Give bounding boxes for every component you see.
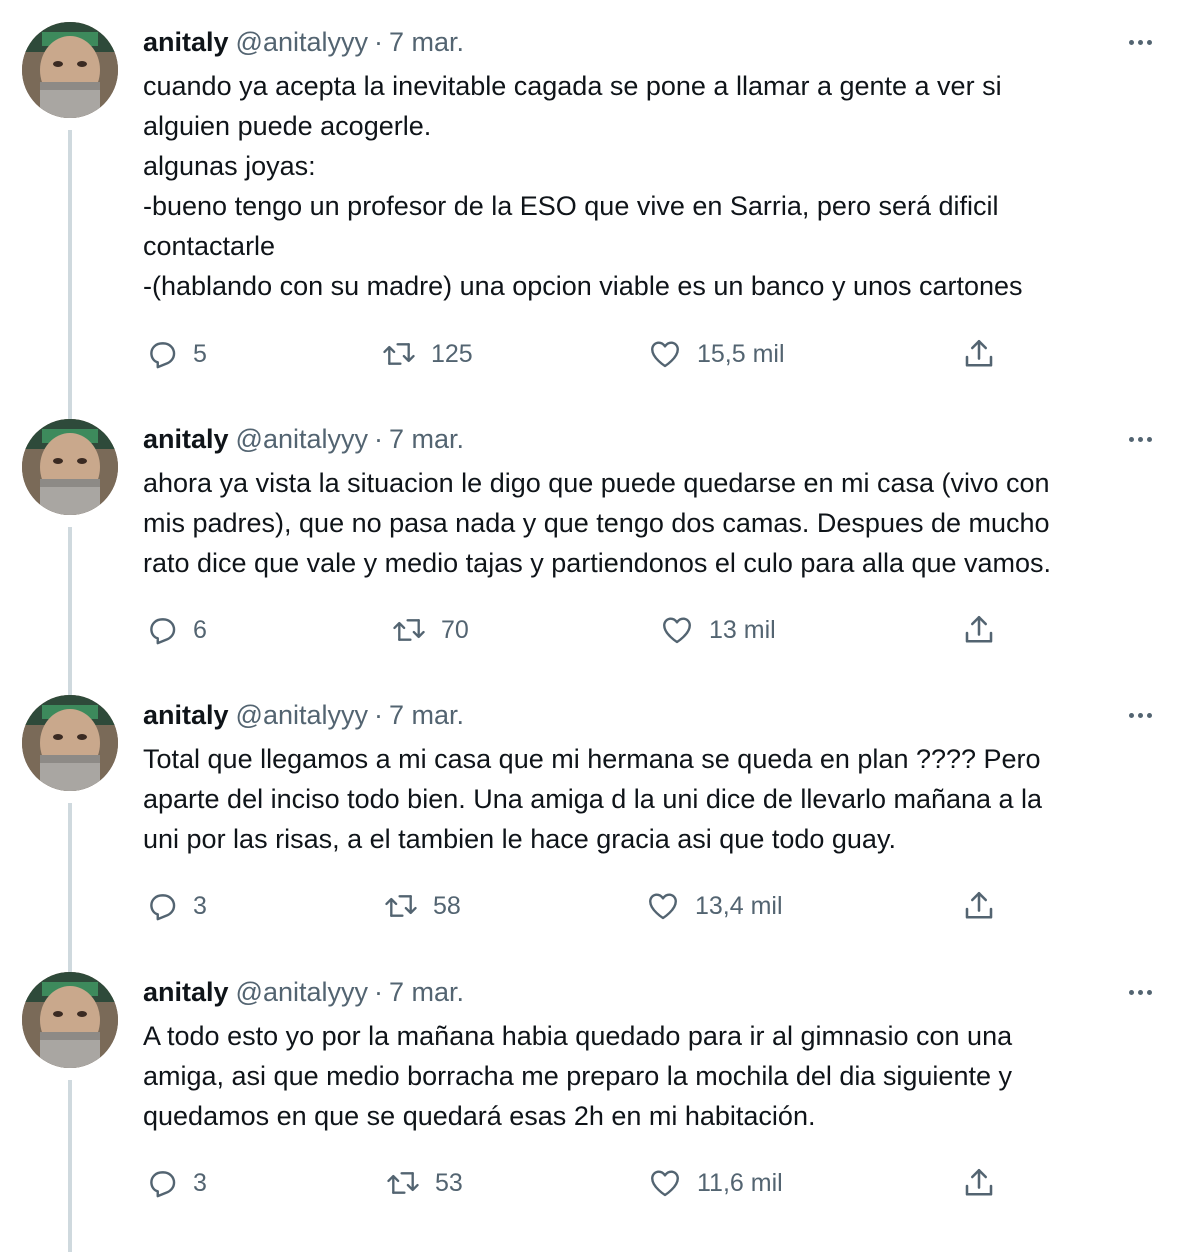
retweet-button[interactable]: 70 [391,610,469,650]
tweet-header: anitaly @anitalyyy · 7 mar. [143,22,1163,62]
separator: · [374,423,384,454]
heart-icon [647,1166,683,1200]
retweet-icon [383,889,419,923]
user-handle[interactable]: @anitalyyy [236,27,368,58]
tweet-thread: anitaly @anitalyyy · 7 mar. cuando ya ac… [0,0,1200,1252]
display-name[interactable]: anitaly [143,424,229,455]
tweet-text: cuando ya acepta la inevitable cagada se… [143,71,1023,301]
tweet[interactable]: anitaly @anitalyyy · 7 mar. ahora ya vis… [0,419,1200,697]
like-button[interactable]: 15,5 mil [647,334,785,374]
reply-icon [145,889,179,923]
reply-count: 3 [193,1168,207,1197]
user-handle[interactable]: @anitalyyy [236,977,368,1008]
like-count: 11,6 mil [697,1168,783,1197]
share-icon [961,1165,997,1201]
retweet-button[interactable]: 58 [383,886,461,926]
tweet-date[interactable]: 7 mar. [389,424,464,455]
reply-icon [145,1166,179,1200]
heart-icon [647,337,683,371]
share-button[interactable] [961,610,997,650]
user-handle[interactable]: @anitalyyy [236,424,368,455]
reply-button[interactable]: 5 [145,334,207,374]
separator: · [374,699,384,730]
tweet-text: Total que llegamos a mi casa que mi herm… [143,744,1043,854]
avatar[interactable] [22,695,118,791]
avatar[interactable] [22,972,118,1068]
share-icon [961,336,997,372]
like-count: 13 mil [709,615,776,644]
share-icon [961,888,997,924]
more-icon[interactable] [1115,695,1165,735]
more-icon[interactable] [1115,22,1165,62]
like-button[interactable]: 13 mil [659,610,776,650]
heart-icon [645,889,681,923]
more-icon[interactable] [1115,419,1165,459]
more-icon[interactable] [1115,972,1165,1012]
tweet-actions: 3 58 13,4 mil [143,886,1163,926]
tweet-actions: 5 125 15,5 mil [143,334,1163,374]
tweet-date[interactable]: 7 mar. [389,27,464,58]
display-name[interactable]: anitaly [143,977,229,1008]
reply-button[interactable]: 3 [145,886,207,926]
retweet-count: 70 [441,615,469,644]
avatar[interactable] [22,22,118,118]
thread-connector [68,803,72,973]
tweet[interactable]: anitaly @anitalyyy · 7 mar. cuando ya ac… [0,22,1200,420]
thread-connector [68,1080,72,1252]
tweet-text: A todo esto yo por la mañana habia queda… [143,1021,1013,1131]
tweet[interactable]: anitaly @anitalyyy · 7 mar. A todo esto … [0,972,1200,1252]
retweet-button[interactable]: 125 [381,334,473,374]
retweet-icon [381,337,417,371]
tweet-header: anitaly @anitalyyy · 7 mar. [143,695,1163,735]
tweet[interactable]: anitaly @anitalyyy · 7 mar. Total que ll… [0,695,1200,973]
heart-icon [659,613,695,647]
retweet-button[interactable]: 53 [385,1163,463,1203]
tweet-date[interactable]: 7 mar. [389,977,464,1008]
tweet-actions: 6 70 13 mil [143,610,1163,650]
reply-button[interactable]: 6 [145,610,207,650]
reply-count: 3 [193,891,207,920]
like-button[interactable]: 13,4 mil [645,886,783,926]
retweet-count: 53 [435,1168,463,1197]
user-handle[interactable]: @anitalyyy [236,700,368,731]
thread-connector [68,130,72,420]
avatar[interactable] [22,419,118,515]
tweet-header: anitaly @anitalyyy · 7 mar. [143,972,1163,1012]
retweet-icon [385,1166,421,1200]
share-button[interactable] [961,886,997,926]
retweet-icon [391,613,427,647]
retweet-count: 125 [431,339,473,368]
separator: · [374,976,384,1007]
share-button[interactable] [961,1163,997,1203]
reply-count: 6 [193,615,207,644]
thread-connector [68,527,72,697]
display-name[interactable]: anitaly [143,700,229,731]
like-count: 15,5 mil [697,339,785,368]
like-button[interactable]: 11,6 mil [647,1163,783,1203]
retweet-count: 58 [433,891,461,920]
like-count: 13,4 mil [695,891,783,920]
reply-button[interactable]: 3 [145,1163,207,1203]
tweet-actions: 3 53 11,6 mil [143,1163,1163,1203]
display-name[interactable]: anitaly [143,27,229,58]
tweet-date[interactable]: 7 mar. [389,700,464,731]
tweet-text: ahora ya vista la situacion le digo que … [143,468,1052,578]
share-icon [961,612,997,648]
tweet-header: anitaly @anitalyyy · 7 mar. [143,419,1163,459]
reply-icon [145,337,179,371]
reply-count: 5 [193,339,207,368]
share-button[interactable] [961,334,997,374]
reply-icon [145,613,179,647]
separator: · [374,26,384,57]
